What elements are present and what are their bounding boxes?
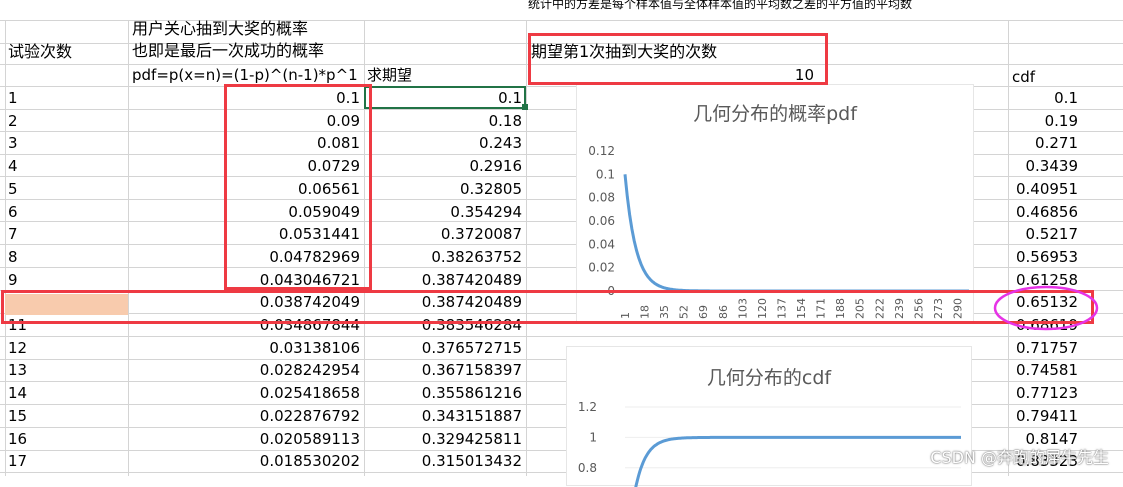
cdf-y-tick: 1.2 xyxy=(578,400,597,414)
expectation-value-cell[interactable]: 0.343151887 xyxy=(364,405,522,427)
trial-number-cell[interactable]: 13 xyxy=(8,359,27,381)
cdf-value-cell[interactable]: 0.74581 xyxy=(1000,359,1078,381)
expectation-value-cell[interactable]: 0.32805 xyxy=(364,178,522,200)
annotation-box-pdf-column xyxy=(224,84,372,290)
trial-number-cell[interactable]: 4 xyxy=(8,155,18,177)
chart-pdf-plot: 0.120.10.080.060.040.0201 18 35 52 69 86 103 12… xyxy=(588,144,969,319)
cdf-value-cell[interactable]: 0.79411 xyxy=(1000,405,1078,427)
cdf-y-tick: 1 xyxy=(589,430,597,444)
chart-pdf[interactable]: 几何分布的概率pdf 0.12 0.1 0.08 0.06 0.04 0.02 0 1 18 35… xyxy=(576,84,974,324)
pdf-y-tick: 0.02 xyxy=(588,261,615,275)
pdf-y-tick: 0.1 xyxy=(596,167,615,181)
pdf-y-tick: 0.04 xyxy=(588,237,615,251)
expectation-value-cell[interactable]: 0.329425811 xyxy=(364,428,522,450)
annotation-box-expected xyxy=(528,33,828,85)
header-trial-count[interactable]: 试验次数 xyxy=(8,41,72,63)
trial-number-cell[interactable]: 2 xyxy=(8,110,18,132)
cdf-value-cell[interactable]: 0.1 xyxy=(1000,87,1078,109)
cdf-value-cell[interactable]: 0.56953 xyxy=(1000,246,1078,268)
pdf-y-tick: 0.08 xyxy=(588,191,615,205)
cdf-value-cell[interactable]: 0.271 xyxy=(1000,132,1078,154)
cdf-value-cell[interactable]: 0.71757 xyxy=(1000,337,1078,359)
trial-number-cell[interactable]: 8 xyxy=(8,246,18,268)
trial-number-cell[interactable]: 6 xyxy=(8,201,18,223)
header-pdf-formula[interactable]: pdf=p(x=n)=(1-p)^(n-1)*p^1 xyxy=(132,64,358,86)
expectation-value-cell[interactable]: 0.367158397 xyxy=(364,359,522,381)
expectation-value-cell[interactable]: 0.3720087 xyxy=(364,223,522,245)
header-expectation[interactable]: 求期望 xyxy=(367,64,412,86)
expectation-value-cell[interactable]: 0.38263752 xyxy=(364,246,522,268)
expectation-value-cell[interactable]: 0.387420489 xyxy=(364,269,522,291)
header-user-cares[interactable]: 用户关心抽到大奖的概率 xyxy=(132,18,308,40)
trial-number-cell[interactable]: 7 xyxy=(8,223,18,245)
chart-cdf[interactable]: 几何分布的cdf 1.2 1 0.8 xyxy=(566,346,972,487)
header-cdf[interactable]: cdf xyxy=(1012,66,1035,88)
header-last-success[interactable]: 也即是最后一次成功的概率 xyxy=(132,40,324,62)
cdf-series-line xyxy=(634,435,961,487)
watermark: CSDN @奔跑的犀牛先生 xyxy=(930,448,1109,467)
trial-number-cell[interactable]: 9 xyxy=(8,269,18,291)
chart-cdf-plot: 1.2 1 0.8 xyxy=(578,400,961,487)
expectation-value-cell[interactable]: 0.18 xyxy=(364,110,522,132)
pdf-value-cell[interactable]: 0.018530202 xyxy=(200,450,360,472)
cdf-y-tick: 0.8 xyxy=(578,461,597,475)
pdf-value-cell[interactable]: 0.028242954 xyxy=(200,359,360,381)
expectation-value-cell[interactable]: 0.315013432 xyxy=(364,450,522,472)
trial-number-cell[interactable]: 5 xyxy=(8,178,18,200)
cdf-value-cell[interactable]: 0.40951 xyxy=(1000,178,1078,200)
cdf-value-cell[interactable]: 0.5217 xyxy=(1000,223,1079,245)
expectation-value-cell[interactable]: 0.355861216 xyxy=(364,382,522,404)
cdf-value-cell[interactable]: 0.3439 xyxy=(1000,155,1079,177)
trial-number-cell[interactable]: 3 xyxy=(8,132,18,154)
pdf-value-cell[interactable]: 0.022876792 xyxy=(200,405,360,427)
trial-number-cell[interactable]: 12 xyxy=(8,337,27,359)
expectation-value-cell[interactable]: 0.376572715 xyxy=(364,337,522,359)
expectation-value-cell[interactable]: 0.354294 xyxy=(364,201,522,223)
fill-handle[interactable] xyxy=(522,104,528,110)
cdf-value-cell[interactable]: 0.77123 xyxy=(1000,382,1078,404)
trial-number-cell[interactable]: 1 xyxy=(8,87,18,109)
expectation-value-cell[interactable]: 0.243 xyxy=(364,132,522,154)
trial-number-cell[interactable]: 16 xyxy=(8,428,27,450)
pdf-series-line xyxy=(623,174,969,293)
pdf-y-tick: 0.06 xyxy=(588,214,615,228)
pdf-value-cell[interactable]: 0.020589113 xyxy=(200,428,360,450)
cdf-value-cell[interactable]: 0.19 xyxy=(1000,110,1078,132)
expectation-value-cell[interactable]: 0.2916 xyxy=(364,155,523,177)
pdf-value-cell[interactable]: 0.03138106 xyxy=(200,337,360,359)
selected-cell[interactable] xyxy=(364,86,526,109)
cdf-value-cell[interactable]: 0.46856 xyxy=(1000,201,1078,223)
note-variance: 统计中的方差是每个样本值与全体样本值的平均数之差的平方值的平均数 xyxy=(528,0,913,11)
trial-number-cell[interactable]: 15 xyxy=(8,405,27,427)
trial-number-cell[interactable]: 14 xyxy=(8,382,27,404)
pdf-y-tick: 0.12 xyxy=(588,144,615,158)
annotation-ellipse-cdf xyxy=(993,285,1099,331)
annotation-box-row10 xyxy=(1,290,1094,324)
pdf-value-cell[interactable]: 0.025418658 xyxy=(200,382,360,404)
trial-number-cell[interactable]: 17 xyxy=(8,450,27,472)
